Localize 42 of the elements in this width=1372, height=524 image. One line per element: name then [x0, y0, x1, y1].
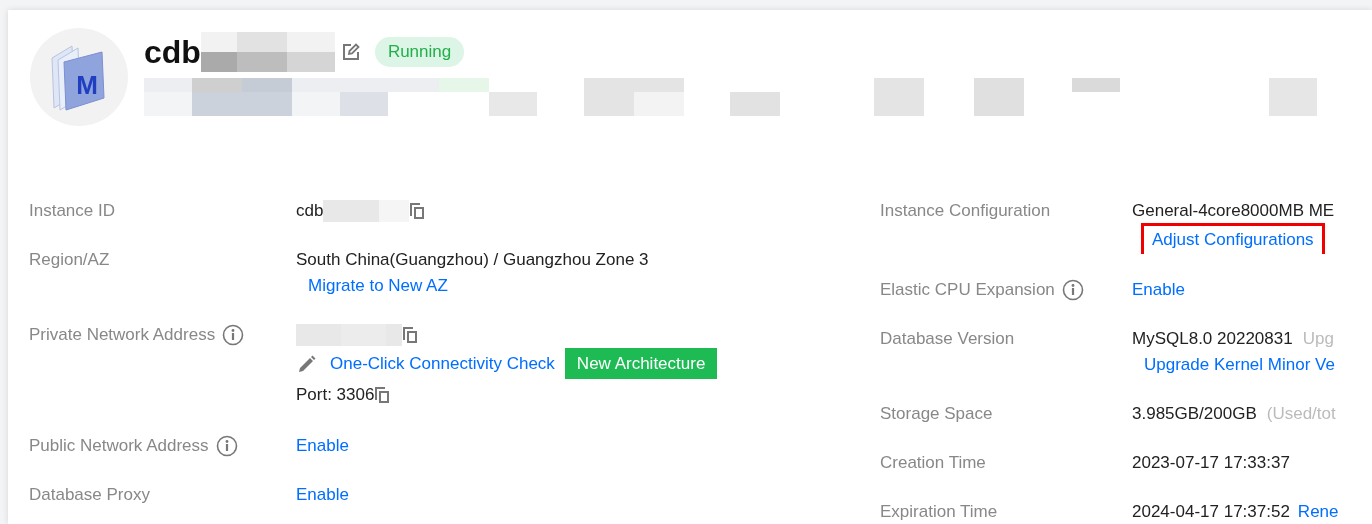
field-note: (Used/tot — [1266, 402, 1336, 425]
status-badge: Running — [374, 37, 465, 67]
field-label: Creation Time — [880, 451, 986, 474]
info-icon[interactable] — [222, 324, 245, 346]
field-value: South China(Guangzhou) / Guangzhou Zone 3 — [296, 249, 649, 272]
document-stack-icon — [48, 42, 108, 112]
field-note: Upg — [1302, 327, 1334, 350]
field-value: cdb — [296, 200, 324, 223]
field-label: Instance ID — [29, 200, 115, 223]
copy-icon[interactable] — [409, 202, 426, 220]
edit-icon[interactable] — [340, 42, 361, 62]
field-value: 3.985GB/200GB — [1132, 402, 1257, 425]
field-label: Database Version — [880, 327, 1015, 350]
text-link[interactable]: Rene — [1297, 498, 1339, 524]
field-label: Region/AZ — [29, 249, 110, 272]
info-icon[interactable] — [1061, 278, 1084, 301]
copy-icon[interactable] — [402, 326, 418, 344]
field-value: 2024-04-17 17:37:52 — [1132, 500, 1290, 523]
field-value: 2023-07-17 17:33:37 — [1132, 451, 1290, 474]
field-label: Storage Space — [880, 402, 993, 425]
architecture-badge: New Architecture — [564, 348, 718, 379]
copy-icon[interactable] — [374, 385, 391, 404]
pencil-icon — [298, 354, 316, 373]
text-link[interactable]: Migrate to New AZ — [308, 273, 448, 299]
text-link[interactable]: One-Click Connectivity Check — [330, 350, 555, 377]
text-link[interactable]: Enable — [296, 433, 349, 459]
text-link[interactable]: Adjust Configurations — [1144, 226, 1322, 254]
field-label: Elastic CPU Expansion — [880, 278, 1055, 301]
field-value: Port: 3306 — [296, 383, 375, 406]
field-label: Instance Configuration — [880, 200, 1051, 223]
instance-title: cdb — [144, 33, 201, 72]
field-label: Expiration Time — [880, 500, 998, 523]
text-link[interactable]: Enable — [1132, 276, 1185, 303]
field-label: Public Network Address — [29, 435, 209, 458]
logo-letter: M — [76, 68, 98, 102]
field-label: Database Proxy — [29, 484, 150, 507]
text-link[interactable]: Enable — [296, 482, 349, 508]
text-link[interactable]: Upgrade Kernel Minor Ve — [1144, 351, 1335, 378]
info-icon[interactable] — [215, 435, 238, 457]
field-value: MySQL8.0 20220831 — [1132, 327, 1293, 350]
field-label: Private Network Address — [29, 324, 216, 347]
field-value: General-4core8000MB ME — [1132, 200, 1335, 223]
